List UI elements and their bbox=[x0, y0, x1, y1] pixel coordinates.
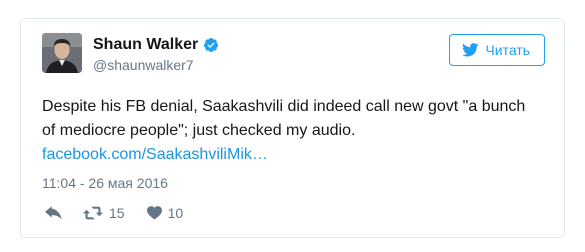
tweet-link[interactable]: facebook.com/SaakashviliMik… bbox=[42, 146, 268, 163]
retweet-icon bbox=[83, 206, 103, 220]
tweet-body: Despite his FB denial, Saakashvili did i… bbox=[42, 95, 542, 167]
retweet-button[interactable]: 15 bbox=[83, 205, 125, 221]
author-display-name[interactable]: Shaun Walker bbox=[93, 35, 198, 55]
like-button[interactable]: 10 bbox=[146, 205, 184, 221]
author-block: Shaun Walker @shaunwalker7 bbox=[93, 35, 219, 74]
follow-button[interactable]: Читать bbox=[449, 34, 545, 66]
tweet-actions: 15 10 bbox=[45, 203, 183, 223]
tweet-timestamp[interactable]: 11:04 - 26 мая 2016 bbox=[42, 173, 168, 193]
retweet-count: 15 bbox=[109, 205, 125, 221]
follow-button-label: Читать bbox=[485, 42, 530, 58]
avatar-photo-icon bbox=[42, 33, 82, 73]
like-count: 10 bbox=[167, 205, 184, 221]
tweet-card: Shaun Walker @shaunwalker7 Читать Despit… bbox=[20, 18, 565, 238]
tweet-text: Despite his FB denial, Saakashvili did i… bbox=[42, 98, 526, 139]
author-name-row[interactable]: Shaun Walker bbox=[93, 35, 219, 55]
bird-icon bbox=[462, 43, 480, 57]
verified-badge-icon bbox=[204, 38, 219, 52]
author-handle[interactable]: @shaunwalker7 bbox=[93, 56, 219, 74]
avatar[interactable] bbox=[42, 33, 82, 73]
heart-icon bbox=[146, 206, 162, 220]
reply-icon bbox=[45, 206, 62, 220]
reply-button[interactable] bbox=[45, 206, 63, 220]
